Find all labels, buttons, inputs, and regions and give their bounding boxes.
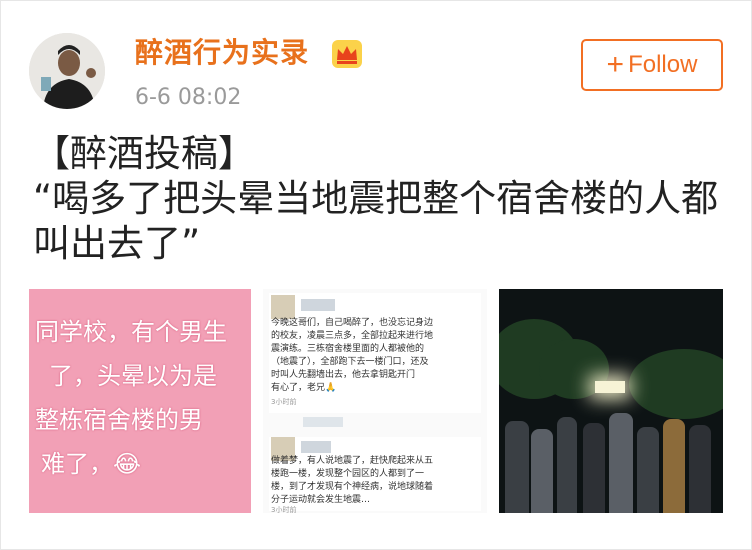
comment-text: 做着梦，有人说地震了，赶快爬起来从五 楼跑一楼，发现整个园区的人都到了一 楼，到… bbox=[271, 456, 434, 505]
post-image-2[interactable]: 今晚这哥们，自己喝醉了，也没忘记身边 的校友，凌晨三点多，全部拉起来进行地 震演… bbox=[263, 289, 487, 513]
person bbox=[505, 421, 529, 513]
person bbox=[609, 413, 633, 513]
light bbox=[595, 381, 625, 393]
tree bbox=[629, 349, 723, 419]
crown-vip-icon bbox=[331, 39, 363, 69]
image1-line: 了，头晕以为是 bbox=[49, 362, 217, 390]
person bbox=[557, 417, 577, 513]
image1-line: 整栋宿舍楼的男 bbox=[35, 406, 203, 434]
follow-button[interactable]: + Follow bbox=[581, 39, 723, 91]
post-image-3[interactable] bbox=[499, 289, 723, 513]
comment-text: 今晚这哥们，自己喝醉了，也没忘记身边 的校友，凌晨三点多，全部拉起来进行地 震演… bbox=[271, 318, 434, 393]
commenter-name-blurred bbox=[301, 299, 335, 311]
comment-meta: 3小时前 bbox=[271, 398, 297, 406]
post-text: 【醉酒投稿】 “喝多了把头晕当地震把整个宿舍楼的人都叫出去了” bbox=[33, 132, 719, 265]
image1-line: 同学校，有个男生 bbox=[35, 318, 227, 346]
person bbox=[531, 429, 553, 513]
user-name[interactable]: 醉酒行为实录 bbox=[135, 36, 309, 70]
person bbox=[583, 423, 605, 513]
avatar[interactable] bbox=[29, 33, 105, 109]
commenter-name-blurred bbox=[301, 441, 331, 453]
person bbox=[689, 425, 711, 513]
plus-icon: + bbox=[606, 48, 625, 81]
reply-blurred bbox=[303, 417, 343, 427]
commenter-avatar bbox=[271, 295, 295, 319]
follow-label: Follow bbox=[628, 51, 698, 78]
person bbox=[637, 427, 659, 513]
comment-meta: 3小时前 bbox=[271, 506, 297, 513]
person bbox=[663, 419, 685, 513]
avatar-photo bbox=[29, 33, 105, 109]
comment-card: 做着梦，有人说地震了，赶快爬起来从五 楼跑一楼，发现整个园区的人都到了一 楼，到… bbox=[269, 437, 481, 513]
comment-card: 今晚这哥们，自己喝醉了，也没忘记身边 的校友，凌晨三点多，全部拉起来进行地 震演… bbox=[269, 293, 481, 413]
post-timestamp: 6-6 08:02 bbox=[135, 85, 242, 110]
post-image-1[interactable]: 同学校，有个男生 了，头晕以为是 整栋宿舍楼的男 难了，😂 bbox=[29, 289, 251, 513]
weibo-post-card: 醉酒行为实录 6-6 08:02 + Follow 【醉酒投稿】 “喝多了把头晕… bbox=[0, 0, 752, 550]
image1-line: 难了，😂 bbox=[41, 450, 142, 478]
